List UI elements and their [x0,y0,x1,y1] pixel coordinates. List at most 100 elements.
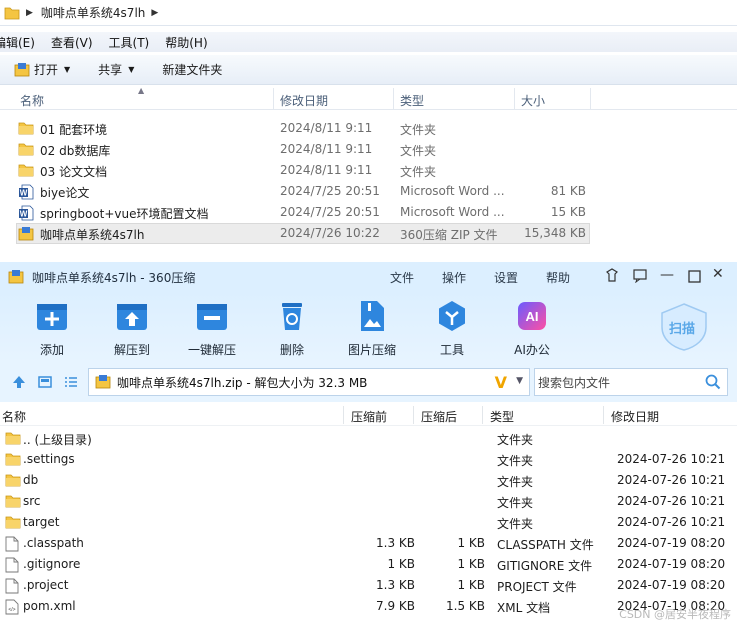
entry-original-size: 7.9 KB [376,599,415,613]
address-bar[interactable]: ▶ 咖啡点单系统4s7lh ▶ [0,0,737,26]
menu-operate[interactable]: 操作 [442,269,466,286]
extract-to-button[interactable]: 解压到 [100,298,164,358]
extract-to-icon [117,304,147,330]
chevron-down-icon[interactable]: ▼ [516,376,523,386]
svg-text:W: W [20,189,28,198]
file-name: springboot+vue环境配置文档 [40,207,209,221]
entry-modified: 2024-07-26 10:21 [617,473,726,487]
entry-name: .gitignore [23,557,81,571]
feedback-icon[interactable] [632,267,648,283]
detail-view-icon[interactable] [38,376,52,388]
file-row[interactable]: 咖啡点单系统4s7lh 2024/7/26 10:22 360压缩 ZIP 文件 15… [0,223,737,244]
archive-entry-row[interactable]: .classpath 1.3 KB 1 KB CLASSPATH 文件 2024-07-… [0,533,737,554]
command-bar: 打开 ▼ 共享 ▼ 新建文件夹 [0,55,737,85]
entry-modified: 2024-07-19 08:20 [617,536,726,550]
file-size: 15 KB [550,205,586,219]
file-size: 15,348 KB [524,226,586,240]
entry-original-size: 1 KB [387,557,415,571]
column-size[interactable]: 大小 [521,92,545,109]
column-compressed-size[interactable]: 压缩后 [421,408,457,425]
folder-icon [4,7,20,19]
menu-view[interactable]: 查看(V) [51,34,93,51]
archive-entry-row[interactable]: .. (上级目录) 文件夹 [0,428,737,449]
folder-icon [5,431,21,448]
folder-icon [5,515,21,532]
scan-button[interactable]: 扫描 [658,302,710,352]
zip-archive-icon [18,226,34,245]
archive-path-text: 咖啡点单系统4s7lh.zip - 解包大小为 32.3 MB [117,375,368,390]
archive-entry-row[interactable]: .gitignore 1 KB 1 KB GITIGNORE 文件 2024-07-19… [0,554,737,575]
entry-type: 文件夹 [497,475,534,489]
column-name[interactable]: 名称 [2,408,26,425]
menu-help[interactable]: 帮助 [546,269,570,286]
search-input[interactable]: 搜索包内文件 [534,368,728,396]
column-type[interactable]: 类型 [490,408,514,425]
delete-icon [282,303,302,330]
breadcrumb-arrow-icon[interactable]: ▶ [26,8,33,18]
file-row[interactable]: Wspringboot+vue环境配置文档 2024/7/25 20:51 Micr… [0,202,737,223]
zip-window: 咖啡点单系统4s7lh - 360压缩 文件 操作 设置 帮助 — ✕ 添加 解… [0,262,737,626]
folder-icon [18,142,34,159]
archive-entry-row[interactable]: .settings 文件夹 2024-07-26 10:21 [0,449,737,470]
file-type: 360压缩 ZIP 文件 [400,228,498,242]
tools-button[interactable]: 工具 [420,298,484,358]
file-row[interactable]: Wbiye论文 2024/7/25 20:51 Microsoft Word ...… [0,181,737,202]
minimize-icon[interactable]: — [660,267,674,283]
folder-icon [5,452,21,469]
archive-entry-row[interactable]: src 文件夹 2024-07-26 10:21 [0,491,737,512]
up-arrow-icon[interactable] [12,375,26,389]
image-compress-button[interactable]: 图片压缩 [340,298,404,358]
menu-file[interactable]: 文件 [390,269,414,286]
entry-compressed-size: 1 KB [457,578,485,592]
entry-name: target [23,515,60,529]
entry-type: 文件夹 [497,496,534,510]
search-icon[interactable] [705,374,721,390]
column-date[interactable]: 修改日期 [280,92,328,109]
column-name[interactable]: 名称 [20,92,44,109]
close-icon[interactable]: ✕ [712,266,724,282]
column-type[interactable]: 类型 [400,92,424,109]
entry-modified: 2024-07-26 10:21 [617,494,726,508]
column-header: ▲ 名称 修改日期 类型 大小 [0,86,737,110]
menu-settings[interactable]: 设置 [494,269,518,286]
archive-entry-row[interactable]: target 文件夹 2024-07-26 10:21 [0,512,737,533]
breadcrumb-current[interactable]: 咖啡点单系统4s7lh [41,4,145,21]
file-name: 02 db数据库 [40,144,111,158]
svg-text:AI: AI [526,309,539,324]
file-row[interactable]: 01 配套环境 2024/8/11 9:11 文件夹 [0,118,737,139]
ai-office-button[interactable]: AI AI办公 [500,298,564,358]
new-folder-button[interactable]: 新建文件夹 [162,61,222,78]
delete-button[interactable]: 删除 [260,298,324,358]
entry-type: GITIGNORE 文件 [497,559,593,573]
column-original-size[interactable]: 压缩前 [351,408,387,425]
file-row[interactable]: 03 论文文档 2024/8/11 9:11 文件夹 [0,160,737,181]
share-button[interactable]: 共享 ▼ [98,61,134,78]
file-type: 文件夹 [400,123,437,137]
open-button[interactable]: 打开 ▼ [14,61,70,78]
column-modified[interactable]: 修改日期 [611,408,659,425]
archive-entry-row[interactable]: db 文件夹 2024-07-26 10:21 [0,470,737,491]
skin-icon[interactable] [604,267,620,283]
menu-edit[interactable]: 编辑(E) [0,34,35,51]
one-click-extract-button[interactable]: 一键解压 [180,298,244,358]
entry-modified: 2024-07-19 08:20 [617,557,726,571]
file-row[interactable]: 02 db数据库 2024/8/11 9:11 文件夹 [0,139,737,160]
menu-tools[interactable]: 工具(T) [109,34,150,51]
file-type: 文件夹 [400,144,437,158]
one-click-extract-icon [197,304,227,330]
chevron-down-icon: ▼ [128,65,135,74]
entry-name: .project [23,578,69,592]
entry-modified: 2024-07-26 10:21 [617,515,726,529]
archive-entry-row[interactable]: .project 1.3 KB 1 KB PROJECT 文件 2024-07-19 0… [0,575,737,596]
menu-help[interactable]: 帮助(H) [165,34,207,51]
file-name: 03 论文文档 [40,165,108,179]
entry-compressed-size: 1.5 KB [446,599,485,613]
entry-modified: 2024-07-26 10:21 [617,452,726,466]
breadcrumb-arrow-icon[interactable]: ▶ [151,8,158,18]
archive-path-field[interactable]: 咖啡点单系统4s7lh.zip - 解包大小为 32.3 MB V ▼ [88,368,530,396]
add-button[interactable]: 添加 [20,298,84,358]
maximize-icon[interactable] [688,270,701,283]
list-view-icon[interactable] [64,376,78,388]
entry-compressed-size: 1 KB [457,536,485,550]
entry-modified: 2024-07-19 08:20 [617,578,726,592]
